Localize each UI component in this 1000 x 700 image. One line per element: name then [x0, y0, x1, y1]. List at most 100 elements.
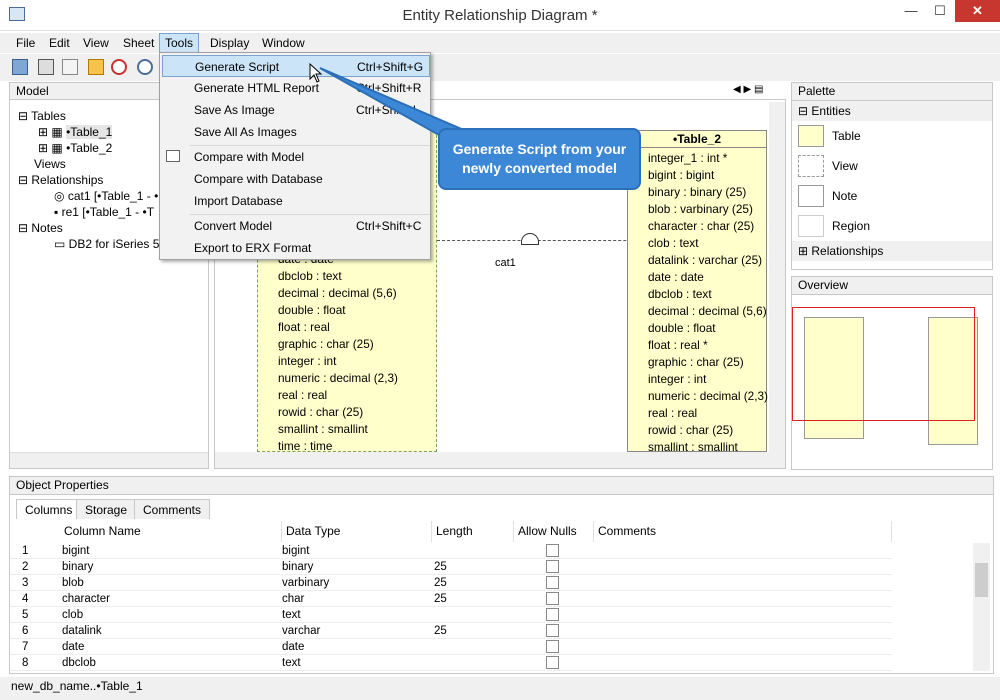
- table2-column-row[interactable]: blob : varbinary (25): [628, 201, 766, 218]
- table2-column-row[interactable]: float : real *: [628, 337, 766, 354]
- table-row[interactable]: 8 dbclob text: [10, 655, 892, 671]
- menu-tools[interactable]: Tools: [159, 33, 200, 53]
- stop-icon[interactable]: [111, 59, 127, 75]
- menu-window[interactable]: Window: [257, 33, 310, 53]
- table1-column-row[interactable]: dbclob : text: [258, 268, 436, 285]
- table2-column-row[interactable]: date : date: [628, 269, 766, 286]
- col-header-comments[interactable]: Comments: [594, 521, 892, 542]
- table-row[interactable]: 7 date date: [10, 639, 892, 655]
- tree-views[interactable]: Views: [34, 156, 66, 172]
- menu-compare-database[interactable]: Compare with Database: [162, 168, 430, 190]
- tree-table1[interactable]: ⊞ ▦ •Table_1: [38, 124, 113, 140]
- table2-column-row[interactable]: rowid : char (25): [628, 422, 766, 439]
- menu-display[interactable]: Display: [205, 33, 254, 53]
- tree-note1[interactable]: ▭ DB2 for iSeries 5.4: [54, 236, 169, 252]
- table1-column-row[interactable]: float : real: [258, 319, 436, 336]
- allow-nulls-checkbox[interactable]: [546, 608, 559, 621]
- col-header-name[interactable]: Column Name: [60, 521, 282, 542]
- menu-compare-model[interactable]: Compare with Model: [162, 146, 430, 168]
- print-icon[interactable]: [38, 59, 54, 75]
- menu-import-database[interactable]: Import Database: [162, 190, 430, 212]
- col-header-type[interactable]: Data Type: [282, 521, 432, 542]
- properties-title: Object Properties: [16, 478, 109, 492]
- table-icon[interactable]: [88, 59, 104, 75]
- category-symbol-icon[interactable]: [521, 233, 539, 245]
- tree-relationships[interactable]: ⊟ Relationships: [18, 172, 103, 188]
- table1-column-row[interactable]: decimal : decimal (5,6): [258, 285, 436, 302]
- table2-column-row[interactable]: graphic : char (25): [628, 354, 766, 371]
- canvas-nav-icons[interactable]: ◀ ▶ ▤: [733, 84, 763, 95]
- table1-column-row[interactable]: numeric : decimal (2,3): [258, 370, 436, 387]
- table1-column-row[interactable]: graphic : char (25): [258, 336, 436, 353]
- table2-column-row[interactable]: double : float: [628, 320, 766, 337]
- table2-entity[interactable]: •Table_2 integer_1 : int * bigint : bigin…: [627, 130, 768, 454]
- allow-nulls-checkbox[interactable]: [546, 576, 559, 589]
- table-row[interactable]: 3 blob varbinary 25: [10, 575, 892, 591]
- grid-vertical-scrollbar[interactable]: [973, 543, 990, 671]
- palette-relationships-group[interactable]: ⊞ Relationships: [792, 241, 992, 261]
- palette-table[interactable]: Table: [832, 129, 861, 143]
- tree-notes-label: Notes: [31, 221, 63, 235]
- table1-column-row[interactable]: rowid : char (25): [258, 404, 436, 421]
- table2-column-row[interactable]: numeric : decimal (2,3): [628, 388, 768, 405]
- tab-storage[interactable]: Storage: [76, 499, 137, 519]
- table-row[interactable]: 1 bigint bigint: [10, 543, 892, 559]
- zoom-icon[interactable]: [137, 59, 153, 75]
- save-icon[interactable]: [12, 59, 28, 75]
- tree-horizontal-scrollbar[interactable]: [10, 452, 208, 468]
- tree-notes[interactable]: ⊟ Notes: [18, 220, 63, 236]
- menu-file[interactable]: File: [11, 33, 40, 53]
- table1-column-row[interactable]: smallint : smallint: [258, 421, 436, 438]
- overview-viewport[interactable]: [792, 307, 975, 421]
- tree-tables[interactable]: ⊟ Tables: [18, 108, 66, 124]
- grid-scroll-thumb[interactable]: [975, 563, 988, 597]
- table2-column-row[interactable]: dbclob : text: [628, 286, 766, 303]
- table-row[interactable]: 2 binary binary 25: [10, 559, 892, 575]
- close-button[interactable]: ✕: [955, 0, 1000, 22]
- minimize-button[interactable]: —: [896, 0, 926, 22]
- tree-table2-label: •Table_2: [66, 141, 113, 155]
- tree-rel1[interactable]: ◎ cat1 [•Table_1 - •: [54, 188, 158, 204]
- allow-nulls-checkbox[interactable]: [546, 640, 559, 653]
- maximize-button[interactable]: ☐: [925, 0, 955, 22]
- menu-edit[interactable]: Edit: [44, 33, 75, 53]
- palette-region[interactable]: Region: [832, 219, 870, 233]
- table2-column-row[interactable]: binary : binary (25): [628, 184, 766, 201]
- table2-column-row[interactable]: decimal : decimal (5,6): [628, 303, 767, 320]
- canvas-horizontal-scrollbar[interactable]: [215, 452, 785, 468]
- tab-comments[interactable]: Comments: [134, 499, 211, 519]
- page-setup-icon[interactable]: [62, 59, 78, 75]
- menu-view[interactable]: View: [78, 33, 114, 53]
- allow-nulls-checkbox[interactable]: [546, 592, 559, 605]
- col-header-allow-nulls[interactable]: Allow Nulls: [514, 521, 594, 542]
- table1-column-row[interactable]: real : real: [258, 387, 436, 404]
- menu-convert-model[interactable]: Convert Model Ctrl+Shift+C: [162, 215, 430, 237]
- palette-view[interactable]: View: [832, 159, 858, 173]
- table2-column-row[interactable]: real : real: [628, 405, 766, 422]
- tab-columns[interactable]: Columns: [16, 499, 82, 519]
- table-row[interactable]: 6 datalink varchar 25: [10, 623, 892, 639]
- table2-column-row[interactable]: bigint : bigint: [628, 167, 766, 184]
- canvas-vertical-scrollbar[interactable]: [769, 102, 785, 452]
- palette-note[interactable]: Note: [832, 189, 857, 203]
- tree-table2[interactable]: ⊞ ▦ •Table_2: [38, 140, 112, 156]
- allow-nulls-checkbox[interactable]: [546, 544, 559, 557]
- allow-nulls-checkbox[interactable]: [546, 656, 559, 669]
- col-header-length[interactable]: Length: [432, 521, 514, 542]
- table1-column-row[interactable]: integer : int: [258, 353, 436, 370]
- table2-column-row[interactable]: datalink : varchar (25): [628, 252, 766, 269]
- table2-column-row[interactable]: character : char (25): [628, 218, 766, 235]
- table2-column-row[interactable]: integer : int: [628, 371, 766, 388]
- table-row[interactable]: 4 character char 25: [10, 591, 892, 607]
- allow-nulls-checkbox[interactable]: [546, 560, 559, 573]
- tree-rel2[interactable]: ▪ re1 [•Table_1 - •T: [54, 204, 154, 220]
- cell-name: clob: [62, 609, 84, 621]
- allow-nulls-checkbox[interactable]: [546, 624, 559, 637]
- table2-column-row[interactable]: integer_1 : int *: [628, 150, 766, 167]
- palette-entities-group[interactable]: ⊟ Entities: [792, 101, 992, 121]
- table2-column-row[interactable]: clob : text: [628, 235, 766, 252]
- menu-export-erx[interactable]: Export to ERX Format: [162, 237, 430, 259]
- table1-column-row[interactable]: double : float: [258, 302, 436, 319]
- table-row[interactable]: 5 clob text: [10, 607, 892, 623]
- menu-sheet[interactable]: Sheet: [118, 33, 159, 53]
